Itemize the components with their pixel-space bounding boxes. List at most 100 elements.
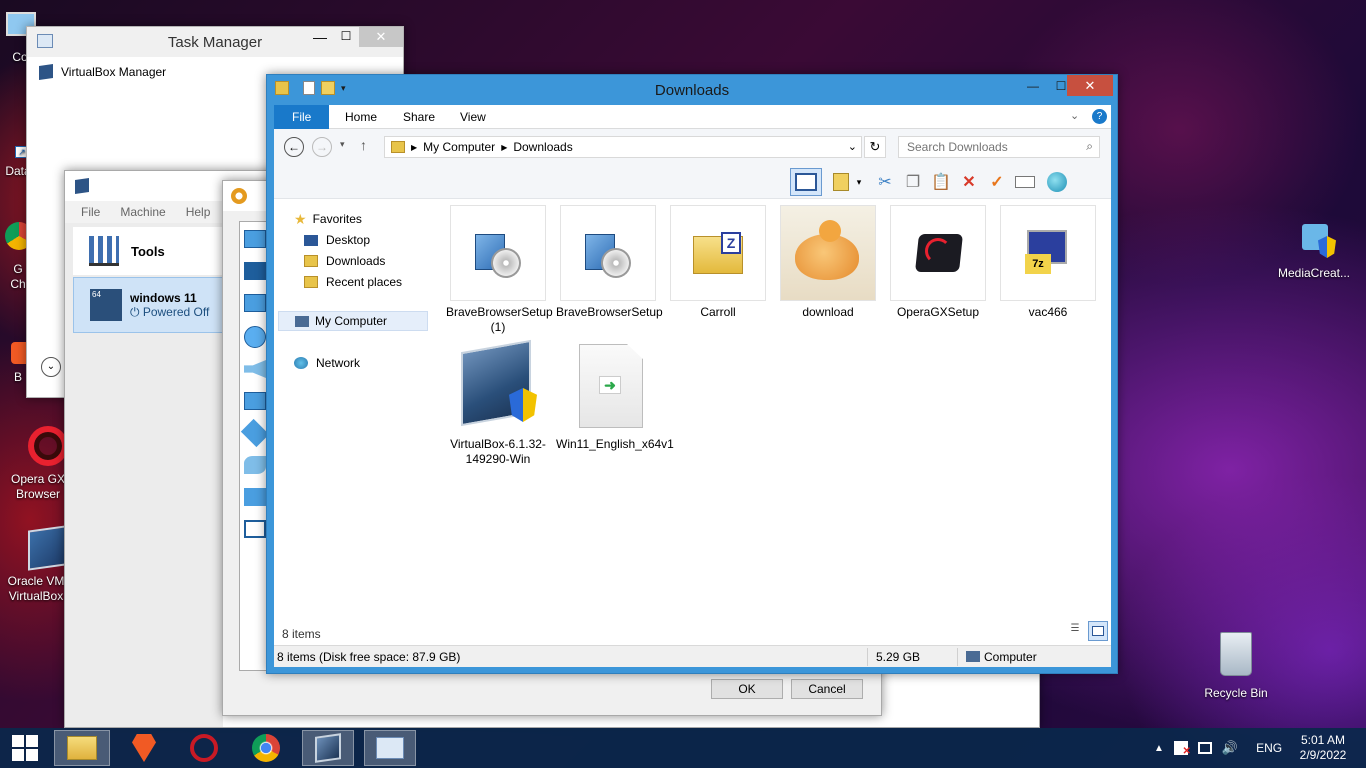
fewer-details-toggle[interactable]: ⌄ — [41, 357, 61, 377]
ribbon-tabs: File Home Share View ⌄ ? — [274, 105, 1111, 129]
system-icon[interactable] — [244, 262, 266, 280]
user-interface-icon[interactable] — [244, 520, 266, 538]
preview-pane-icon[interactable] — [790, 168, 822, 196]
storage-icon[interactable] — [244, 326, 266, 348]
vm-list-item[interactable]: 64 windows 11 ⏻ Powered Off — [73, 277, 223, 333]
menu-file[interactable]: File — [81, 201, 100, 223]
display-icon[interactable] — [244, 294, 266, 312]
installer-icon — [560, 205, 656, 301]
breadcrumb-separator: ▶ — [411, 142, 418, 152]
taskbar-virtualbox[interactable] — [302, 730, 354, 766]
file-item[interactable]: ➜ Win11_English_x64v1 — [556, 337, 674, 452]
file-item[interactable]: OperaGXSetup — [886, 205, 990, 320]
explorer-title: Downloads — [654, 82, 730, 99]
clock[interactable]: 5:01 AM 2/9/2022 — [1290, 733, 1356, 763]
nav-desktop[interactable]: Desktop — [304, 230, 370, 250]
taskbar-task-manager[interactable] — [364, 730, 416, 766]
action-center-flag-icon[interactable]: ✕ — [1173, 741, 1191, 757]
explorer-titlebar[interactable]: ▾ Downloads — ☐ ✕ — [267, 75, 1117, 105]
network-icon[interactable] — [244, 392, 266, 410]
file-item[interactable]: Z Carroll — [666, 205, 770, 320]
menu-help[interactable]: Help — [186, 201, 211, 223]
general-icon[interactable] — [244, 230, 266, 248]
file-item[interactable]: BraveBrowserSetup — [556, 205, 663, 320]
close-button[interactable]: ✕ — [1067, 75, 1113, 96]
taskbar-brave[interactable] — [118, 730, 170, 766]
close-button[interactable]: ✕ — [359, 27, 403, 47]
desktop-icon-recyclebin[interactable]: Recycle Bin — [1198, 628, 1274, 701]
paste-icon[interactable]: 📋 — [928, 169, 954, 195]
audio-icon[interactable] — [244, 360, 266, 378]
task-manager-titlebar[interactable]: Task Manager — ☐ ✕ — [27, 27, 403, 57]
copy-icon[interactable]: ❐ — [900, 169, 926, 195]
expand-ribbon-icon[interactable]: ⌄ — [1070, 109, 1079, 122]
vbox-tools-item[interactable]: Tools — [73, 227, 223, 275]
address-bar[interactable]: ▶ My Computer ▶ Downloads ⌄ — [384, 136, 862, 158]
computer-icon — [295, 315, 309, 327]
nav-my-computer[interactable]: My Computer — [278, 311, 428, 331]
taskbar-chrome[interactable] — [240, 730, 292, 766]
help-icon[interactable]: ? — [1092, 109, 1107, 124]
zip-folder-icon: Z — [670, 205, 766, 301]
breadcrumb-my-computer[interactable]: My Computer — [423, 140, 495, 154]
cut-icon[interactable]: ✂ — [872, 169, 898, 195]
settings-gear-icon — [231, 188, 247, 204]
tab-share[interactable]: Share — [389, 105, 449, 129]
forward-button[interactable]: → — [312, 137, 332, 157]
nav-downloads[interactable]: Downloads — [304, 251, 385, 271]
status-bar: 8 items (Disk free space: 87.9 GB) 5.29 … — [274, 645, 1111, 667]
recent-locations-icon[interactable]: ▾ — [340, 139, 345, 150]
operagx-icon — [16, 424, 68, 468]
address-dropdown-icon[interactable]: ⌄ — [848, 140, 857, 153]
file-item[interactable]: 7z vac466 — [996, 205, 1100, 320]
volume-icon[interactable]: 🔊 — [1222, 740, 1238, 756]
maximize-button[interactable]: ☐ — [333, 29, 359, 49]
tab-home[interactable]: Home — [331, 105, 391, 129]
large-icons-view-icon[interactable] — [1088, 621, 1108, 641]
tab-file[interactable]: File — [274, 105, 330, 129]
network-icon — [294, 357, 308, 369]
back-button[interactable]: ← — [284, 137, 304, 157]
explorer-window[interactable]: ▾ Downloads — ☐ ✕ File Home Share View ⌄… — [266, 74, 1118, 674]
refresh-button[interactable]: ↻ — [864, 136, 886, 158]
search-input[interactable] — [899, 137, 1069, 157]
start-button[interactable] — [0, 730, 50, 766]
nav-favorites[interactable]: ★ Favorites — [294, 209, 362, 229]
globe-icon[interactable] — [1044, 169, 1070, 195]
shared-folders-icon[interactable] — [244, 488, 266, 506]
file-item[interactable]: download — [776, 205, 880, 320]
up-button[interactable]: ↑ — [360, 137, 367, 153]
show-hidden-icons-icon[interactable]: ▲ — [1154, 743, 1164, 754]
nav-network[interactable]: Network — [294, 353, 360, 373]
process-row[interactable]: VirtualBox Manager — [39, 64, 166, 80]
properties-icon[interactable] — [828, 169, 854, 195]
tab-view[interactable]: View — [446, 105, 500, 129]
minimize-button[interactable]: — — [307, 29, 333, 49]
language-indicator[interactable]: ENG — [1256, 741, 1282, 755]
serial-ports-icon[interactable] — [240, 418, 270, 448]
chevron-down-icon[interactable]: ▾ — [852, 169, 866, 195]
file-item[interactable]: BraveBrowserSetup (1) — [446, 205, 553, 335]
minimize-button[interactable]: — — [1019, 75, 1047, 96]
delete-icon[interactable]: ✕ — [956, 169, 982, 195]
desktop-icon-mediacreation[interactable]: MediaCreat... — [1272, 218, 1356, 281]
ok-button[interactable]: OK — [711, 679, 783, 699]
file-item[interactable]: VirtualBox-6.1.32-149290-Win — [446, 337, 550, 467]
select-icon[interactable] — [1012, 169, 1038, 195]
desktop-icon-virtualbox[interactable]: Oracle VM VirtualBox — [0, 525, 72, 604]
nav-recent-places[interactable]: Recent places — [304, 272, 402, 292]
cancel-button[interactable]: Cancel — [791, 679, 863, 699]
7zip-icon: 7z — [1000, 205, 1096, 301]
details-view-icon[interactable]: ☰ — [1066, 623, 1084, 639]
search-icon[interactable]: ⌕ — [1086, 139, 1093, 154]
navigation-pane: ★ Favorites Desktop Downloads Recent pla… — [274, 199, 432, 645]
menu-machine[interactable]: Machine — [120, 201, 165, 223]
taskbar-file-explorer[interactable] — [54, 730, 110, 766]
usb-icon[interactable] — [244, 456, 266, 474]
nav-downloads-label: Downloads — [326, 254, 386, 268]
network-status-icon[interactable] — [1197, 742, 1212, 754]
taskbar-opera-gx[interactable] — [178, 730, 230, 766]
breadcrumb-downloads[interactable]: Downloads — [513, 140, 572, 154]
rename-icon[interactable]: ✓ — [984, 169, 1010, 195]
search-box[interactable]: ⌕ — [898, 136, 1100, 158]
